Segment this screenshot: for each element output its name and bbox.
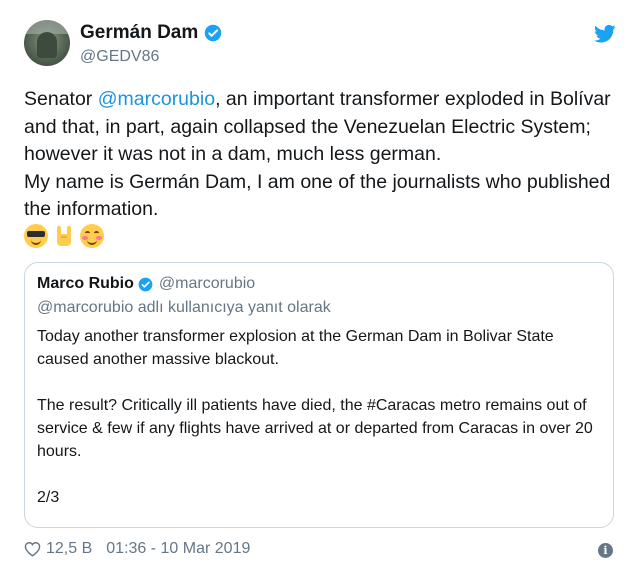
author-handle[interactable]: @GEDV86 bbox=[80, 48, 159, 66]
like-count[interactable]: 12,5 B bbox=[46, 540, 92, 558]
verified-badge-icon bbox=[138, 277, 153, 291]
tweet-paragraph-2: My name is Germán Dam, I am one of the j… bbox=[24, 170, 611, 221]
quoted-tweet[interactable]: Marco Rubio @marcorubio @marcorubio adlı… bbox=[24, 262, 614, 528]
tweet-card: Germán Dam @GEDV86 Senator @marcorubio, … bbox=[0, 0, 640, 570]
tweet-footer: 12,5 B 01:36 - 10 Mar 2019 bbox=[24, 540, 250, 558]
quoted-header: Marco Rubio @marcorubio bbox=[37, 275, 255, 293]
emoji-row bbox=[24, 224, 104, 248]
quoted-author-name: Marco Rubio bbox=[37, 275, 134, 292]
author-name[interactable]: Germán Dam bbox=[80, 22, 222, 44]
twitter-bird-icon[interactable] bbox=[594, 24, 616, 44]
quoted-paragraph: The result? Critically ill patients have… bbox=[37, 397, 593, 460]
sunglasses-emoji-icon bbox=[24, 224, 48, 248]
info-icon[interactable]: i bbox=[598, 543, 613, 558]
tweet-paragraph-1: Senator @marcorubio, an important transf… bbox=[24, 88, 611, 165]
quoted-author-handle: @marcorubio bbox=[158, 275, 256, 292]
author-name-text: Germán Dam bbox=[80, 22, 199, 43]
mention-link[interactable]: @marcorubio bbox=[98, 88, 215, 110]
quoted-paragraph: 2/3 bbox=[37, 489, 60, 506]
tweet-text: Senator @marcorubio, an important transf… bbox=[24, 86, 614, 224]
avatar[interactable] bbox=[24, 20, 70, 66]
reply-context: @marcorubio adlı kullanıcıya yanıt olara… bbox=[37, 299, 331, 316]
timestamp[interactable]: 01:36 - 10 Mar 2019 bbox=[106, 540, 250, 558]
quoted-paragraph: Today another transformer explosion at t… bbox=[37, 328, 554, 368]
verified-badge-icon bbox=[205, 24, 222, 42]
sign-of-horns-emoji-icon bbox=[57, 226, 71, 246]
quoted-text: Today another transformer explosion at t… bbox=[37, 325, 602, 532]
heart-icon[interactable] bbox=[24, 541, 41, 557]
blush-emoji-icon bbox=[80, 224, 104, 248]
